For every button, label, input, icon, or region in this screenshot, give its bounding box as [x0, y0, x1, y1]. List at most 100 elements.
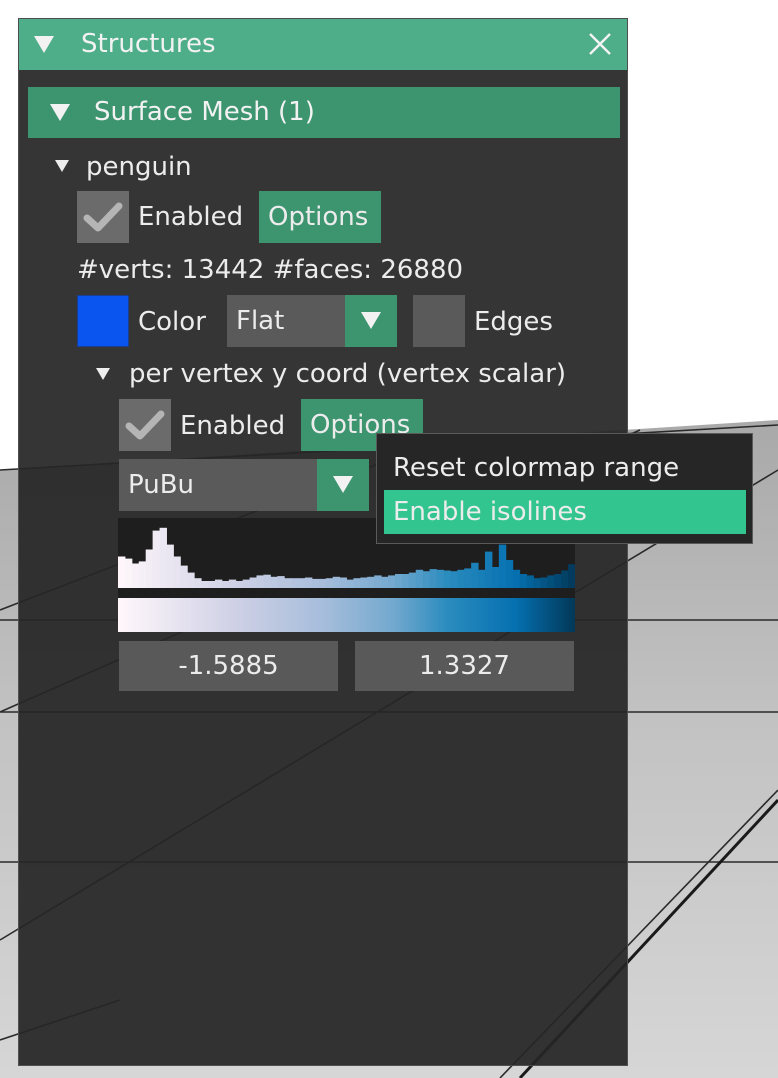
histogram-bar	[194, 578, 202, 588]
range-max-field[interactable]: 1.3327	[355, 641, 574, 691]
histogram-bar	[429, 569, 438, 588]
quantity-enabled-checkbox[interactable]	[119, 399, 171, 451]
histogram-bar	[381, 576, 389, 588]
color-swatch[interactable]	[77, 295, 129, 347]
histogram-bar	[242, 579, 251, 588]
histogram-bar	[166, 544, 174, 588]
structure-enabled-checkbox[interactable]	[77, 191, 129, 243]
histogram-bar	[291, 578, 299, 588]
quantity-enabled-label[interactable]: Enabled	[180, 409, 285, 443]
range-min-field[interactable]: -1.5885	[119, 641, 338, 691]
histogram-bar	[152, 530, 161, 588]
histogram-bar	[561, 570, 569, 588]
histogram-bar	[394, 574, 403, 588]
histogram-bar	[145, 549, 154, 588]
histogram-bar	[533, 578, 541, 588]
histogram-bar	[367, 576, 375, 588]
quantity-expand-arrow-icon[interactable]	[96, 368, 110, 380]
edges-checkbox[interactable]	[413, 295, 465, 347]
menu-item-enable-isolines[interactable]: Enable isolines	[384, 490, 746, 534]
menu-item-reset-colormap-range[interactable]: Reset colormap range	[384, 446, 746, 490]
color-label: Color	[138, 307, 206, 337]
histogram-bar	[304, 577, 313, 588]
histogram-bar	[249, 577, 257, 588]
histogram-bar	[235, 581, 244, 588]
histogram-bar	[214, 579, 223, 588]
panel-titlebar[interactable]: Structures	[19, 19, 627, 70]
histogram-bar	[277, 576, 285, 588]
colormap-bar	[118, 598, 575, 632]
histogram-bar	[415, 569, 424, 588]
histogram-bar	[318, 578, 327, 588]
histogram-bar	[519, 574, 528, 588]
histogram-bar	[436, 569, 444, 588]
histogram-bar	[512, 569, 521, 588]
histogram-bar	[311, 578, 320, 588]
histogram-bar	[270, 576, 278, 588]
histogram-bar	[208, 581, 216, 588]
histogram-bar	[187, 572, 195, 588]
histogram-bar	[263, 574, 271, 588]
checkmark-icon	[125, 410, 165, 440]
histogram-bar	[568, 564, 575, 588]
histogram-bar	[221, 581, 230, 588]
surface-mesh-group-header[interactable]: Surface Mesh (1)	[28, 87, 620, 138]
histogram-bar	[180, 565, 188, 588]
histogram-bar	[201, 581, 209, 588]
dropdown-arrow-icon[interactable]	[345, 295, 397, 347]
histogram-bar	[471, 562, 479, 588]
histogram-bar	[325, 578, 334, 588]
histogram-bar	[256, 575, 264, 588]
close-icon[interactable]	[587, 31, 613, 57]
histogram-bar	[173, 556, 181, 588]
histogram-bar	[464, 568, 472, 588]
quantity-name[interactable]: per vertex y coord (vertex scalar)	[129, 357, 566, 391]
group-header-label: Surface Mesh (1)	[94, 97, 315, 127]
histogram-bar	[450, 571, 458, 588]
histogram-bar	[159, 527, 167, 588]
histogram-bar	[408, 572, 417, 588]
histogram-bar	[491, 567, 500, 588]
histogram-bar	[339, 577, 347, 588]
histogram-bar	[443, 570, 451, 588]
histogram-bar	[131, 563, 140, 588]
histogram-bar	[118, 556, 126, 588]
collapse-arrow-icon[interactable]	[34, 36, 54, 53]
histogram-bar	[332, 576, 341, 588]
histogram-bar	[498, 544, 507, 588]
histogram-bar	[346, 579, 354, 588]
colormap-value: PuBu	[128, 470, 195, 500]
edges-label: Edges	[474, 307, 553, 337]
histogram-bar	[554, 574, 562, 588]
histogram-bar	[540, 577, 548, 588]
histogram-bar	[124, 558, 133, 588]
checkmark-icon	[83, 202, 123, 232]
histogram-bar	[138, 561, 147, 588]
structure-name[interactable]: penguin	[86, 150, 192, 184]
options-popup-menu: Reset colormap range Enable isolines	[376, 433, 753, 544]
histogram-bar	[388, 575, 396, 588]
histogram-bar	[360, 577, 368, 588]
shade-mode-value: Flat	[236, 306, 285, 336]
dropdown-arrow-icon[interactable]	[317, 459, 369, 511]
expand-arrow-icon	[50, 104, 70, 121]
structure-options-button[interactable]: Options	[259, 191, 381, 243]
histogram-bar	[374, 575, 382, 588]
histogram-bar	[422, 571, 431, 588]
histogram-bar	[298, 578, 306, 588]
mesh-stats: #verts: 13442 #faces: 26880	[77, 255, 464, 285]
colormap-select[interactable]: PuBu	[119, 459, 369, 511]
penguin-expand-arrow-icon[interactable]	[55, 160, 69, 172]
histogram-bar	[353, 578, 361, 588]
histogram-bar	[547, 575, 555, 588]
shade-mode-select[interactable]: Flat	[227, 295, 397, 347]
histogram-bar	[526, 575, 534, 588]
panel-title: Structures	[81, 29, 216, 59]
histogram-bar	[401, 574, 410, 588]
histogram-bar	[457, 569, 465, 588]
histogram-bar	[228, 579, 237, 588]
histogram-bar	[505, 560, 514, 588]
structure-enabled-label[interactable]: Enabled	[138, 200, 243, 234]
histogram-bar	[484, 551, 493, 588]
histogram-bar	[478, 569, 486, 588]
